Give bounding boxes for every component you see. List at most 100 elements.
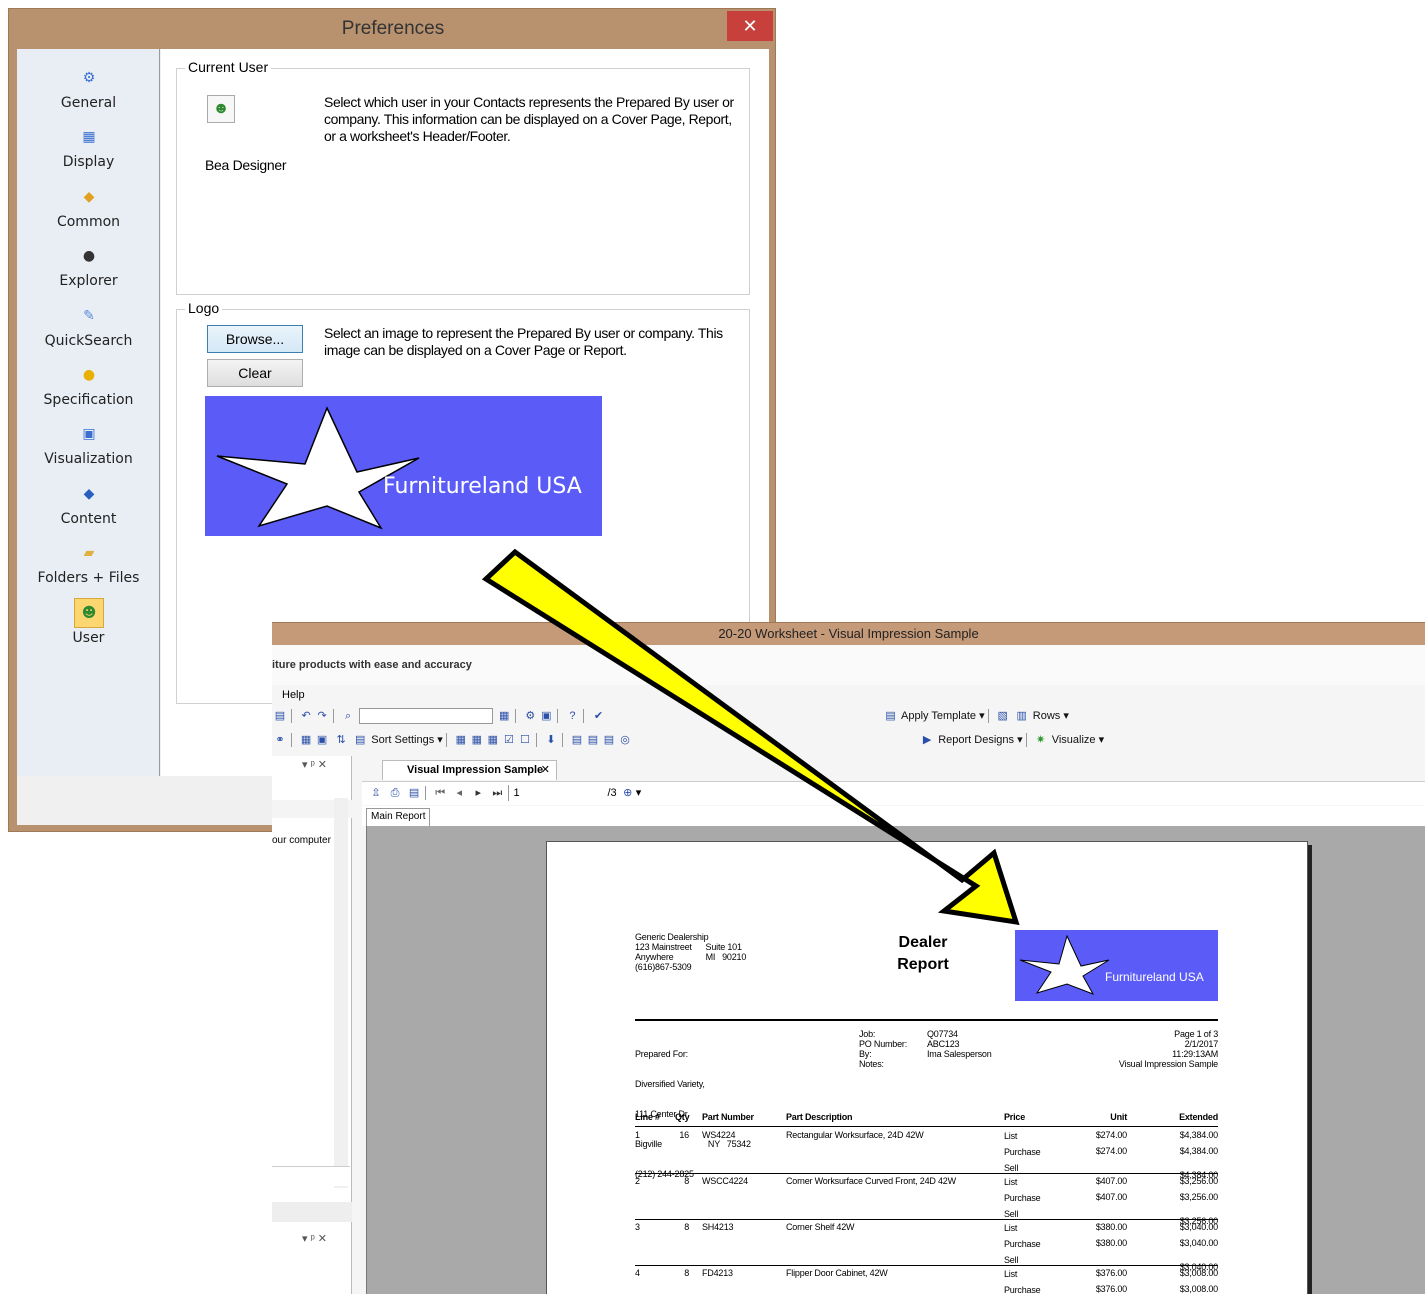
heading-line: Report [897,956,949,973]
tool-d-icon[interactable]: ☑ [501,732,517,748]
clipboard-icon[interactable]: ▧ [995,708,1011,724]
page-info-line: 11:29:13AM [1172,1049,1218,1059]
close-button[interactable]: ✕ [727,11,773,41]
find-icon[interactable]: ⌕ [340,708,356,724]
first-page-icon[interactable]: ⏮ [432,785,448,801]
sidebar-item-quicksearch[interactable]: ✎ QuickSearch [17,299,160,357]
tool-g-icon[interactable]: ▤ [569,732,585,748]
sidebar-item-folders-files[interactable]: ▰ Folders + Files [17,536,160,594]
sidebar-item-content[interactable]: ◆ Content [17,477,160,535]
divider [635,1019,1218,1021]
tool-a-icon[interactable]: ▦ [453,732,469,748]
current-user-group: Current User ☻ Select which user in your… [176,59,750,295]
sidebar-item-label: General [60,95,117,111]
cell-price-type: Purchase [1004,1193,1041,1203]
rows-button[interactable]: Rows [1033,710,1061,722]
tool-icon[interactable]: ▦ [496,708,512,724]
quicksearch-icon: ✎ [83,307,95,324]
apply-template-icon[interactable]: ▤ [883,708,899,724]
user-avatar-icon[interactable]: ☻ [207,95,235,123]
sort-settings-button[interactable]: Sort Settings [371,734,434,746]
panel-hscroll[interactable] [272,1166,350,1186]
tool-j-icon[interactable]: ◎ [617,732,633,748]
sidebar-item-user[interactable]: ☻ User [17,596,160,654]
report-designs-button[interactable]: Report Designs [938,734,1014,746]
apply-template-button[interactable]: Apply Template [901,710,976,722]
cell-unit: $274.00 [1095,1146,1127,1156]
zoom-icon[interactable]: ⊕ [620,785,636,801]
preferences-sidebar: ⚙ General ▦ Display ◆ Common ● Explorer ✎ QuickSe… [17,49,160,776]
panel-scrollbar[interactable] [334,798,348,1188]
help-icon[interactable]: ? [564,708,580,724]
sort-settings-icon[interactable]: ▤ [352,732,368,748]
redo-icon[interactable]: ↷ [314,708,330,724]
tool-h-icon[interactable]: ▤ [585,732,601,748]
display-icon[interactable]: ▣ [538,708,554,724]
sidebar-item-explorer[interactable]: ● Explorer [17,239,160,297]
cell-price-type: List [1004,1223,1018,1233]
logo-description: Select an image to represent the Prepare… [324,325,723,358]
tool-i-icon[interactable]: ▤ [601,732,617,748]
prev-page-icon[interactable]: ◂ [451,785,467,801]
tool-b-icon[interactable]: ▦ [469,732,485,748]
cell-qty: 8 [684,1222,689,1232]
cell-extended: $4,384.00 [1179,1146,1218,1156]
browse-button[interactable]: Browse... [207,325,303,353]
common-icon: ◆ [83,188,95,205]
check-icon[interactable]: ✔ [590,708,606,724]
cell-extended: $3,256.00 [1179,1192,1218,1202]
next-page-icon[interactable]: ▸ [470,785,486,801]
print-icon[interactable]: ⎙ [387,785,403,801]
tab-label: Visual Impression Sample [407,764,544,776]
sort-icon[interactable]: ⇅ [333,732,349,748]
visualization-icon: ▣ [82,426,96,443]
col-line: Line # [635,1112,660,1122]
current-user-name: Bea Designer [205,157,287,173]
left-panel: ▾ ᵖ ✕ our computer ▾ ᵖ ✕ [272,756,352,1294]
paste-icon[interactable]: ▤ [272,708,288,724]
dealer-line: (616)867-5309 [635,962,692,972]
panel-pin-controls[interactable]: ▾ ᵖ ✕ [302,758,327,771]
job-labels: Job: PO Number: By: Notes: [859,1029,907,1069]
page-number-input[interactable]: 1 [508,785,604,802]
tab-visual-impression[interactable]: Visual Impression Sample ✕ [382,760,557,780]
sidebar-item-general[interactable]: ⚙ General [17,61,160,119]
sidebar-item-visualization[interactable]: ▣ Visualization [17,417,160,475]
visualize-icon[interactable]: ✷ [1033,732,1049,748]
sidebar-item-display[interactable]: ▦ Display [17,120,160,178]
menu-help[interactable]: Help [282,689,305,701]
sidebar-item-common[interactable]: ◆ Common [17,180,160,238]
job-values: Q07734 ABC123 Ima Salesperson [927,1029,992,1059]
cell-qty: 8 [684,1176,689,1186]
grid-icon[interactable]: ▦ [298,732,314,748]
tool-f-icon[interactable]: ⬇ [543,732,559,748]
sidebar-item-label: Specification [43,392,134,408]
tab-main-report[interactable]: Main Report [366,808,431,826]
panel-2-controls[interactable]: ▾ ᵖ ✕ [302,1232,327,1245]
link-icon[interactable]: ⚭ [272,732,288,748]
settings-icon[interactable]: ⚙ [522,708,538,724]
cell-extended: $3,008.00 [1179,1268,1218,1278]
rows-icon[interactable]: ▥ [1014,708,1030,724]
export-icon[interactable]: ⇫ [368,785,384,801]
user-icon: ☻ [81,604,97,621]
clear-button[interactable]: Clear [207,359,303,387]
tab-close-icon[interactable]: ✕ [541,761,550,779]
header-underline [635,1126,1218,1127]
last-page-icon[interactable]: ⏭ [489,785,505,801]
undo-icon[interactable]: ↶ [298,708,314,724]
camera-icon[interactable]: ▣ [314,732,330,748]
cell-part-number: SH4213 [702,1222,734,1232]
logo-preview: Furnitureland USA [205,396,602,536]
logo-text: Furnitureland USA [383,474,582,499]
tool-c-icon[interactable]: ▦ [485,732,501,748]
sidebar-item-specification[interactable]: ● Specification [17,358,160,416]
toolbar-1: ▤ ↶ ↷ ⌕ ▦ ⚙ ▣ ? ✔ ▤ Apply Template ▾ ▧ ▥ R… [272,708,1425,730]
prepared-line: Diversified Variety, [635,1079,705,1089]
copy-icon[interactable]: ▤ [406,785,422,801]
tool-e-icon[interactable]: ☐ [517,732,533,748]
visualize-button[interactable]: Visualize [1052,734,1096,746]
cell-extended: $3,256.00 [1179,1176,1218,1186]
play-icon[interactable]: ▶ [919,732,935,748]
search-combo[interactable] [359,708,494,724]
